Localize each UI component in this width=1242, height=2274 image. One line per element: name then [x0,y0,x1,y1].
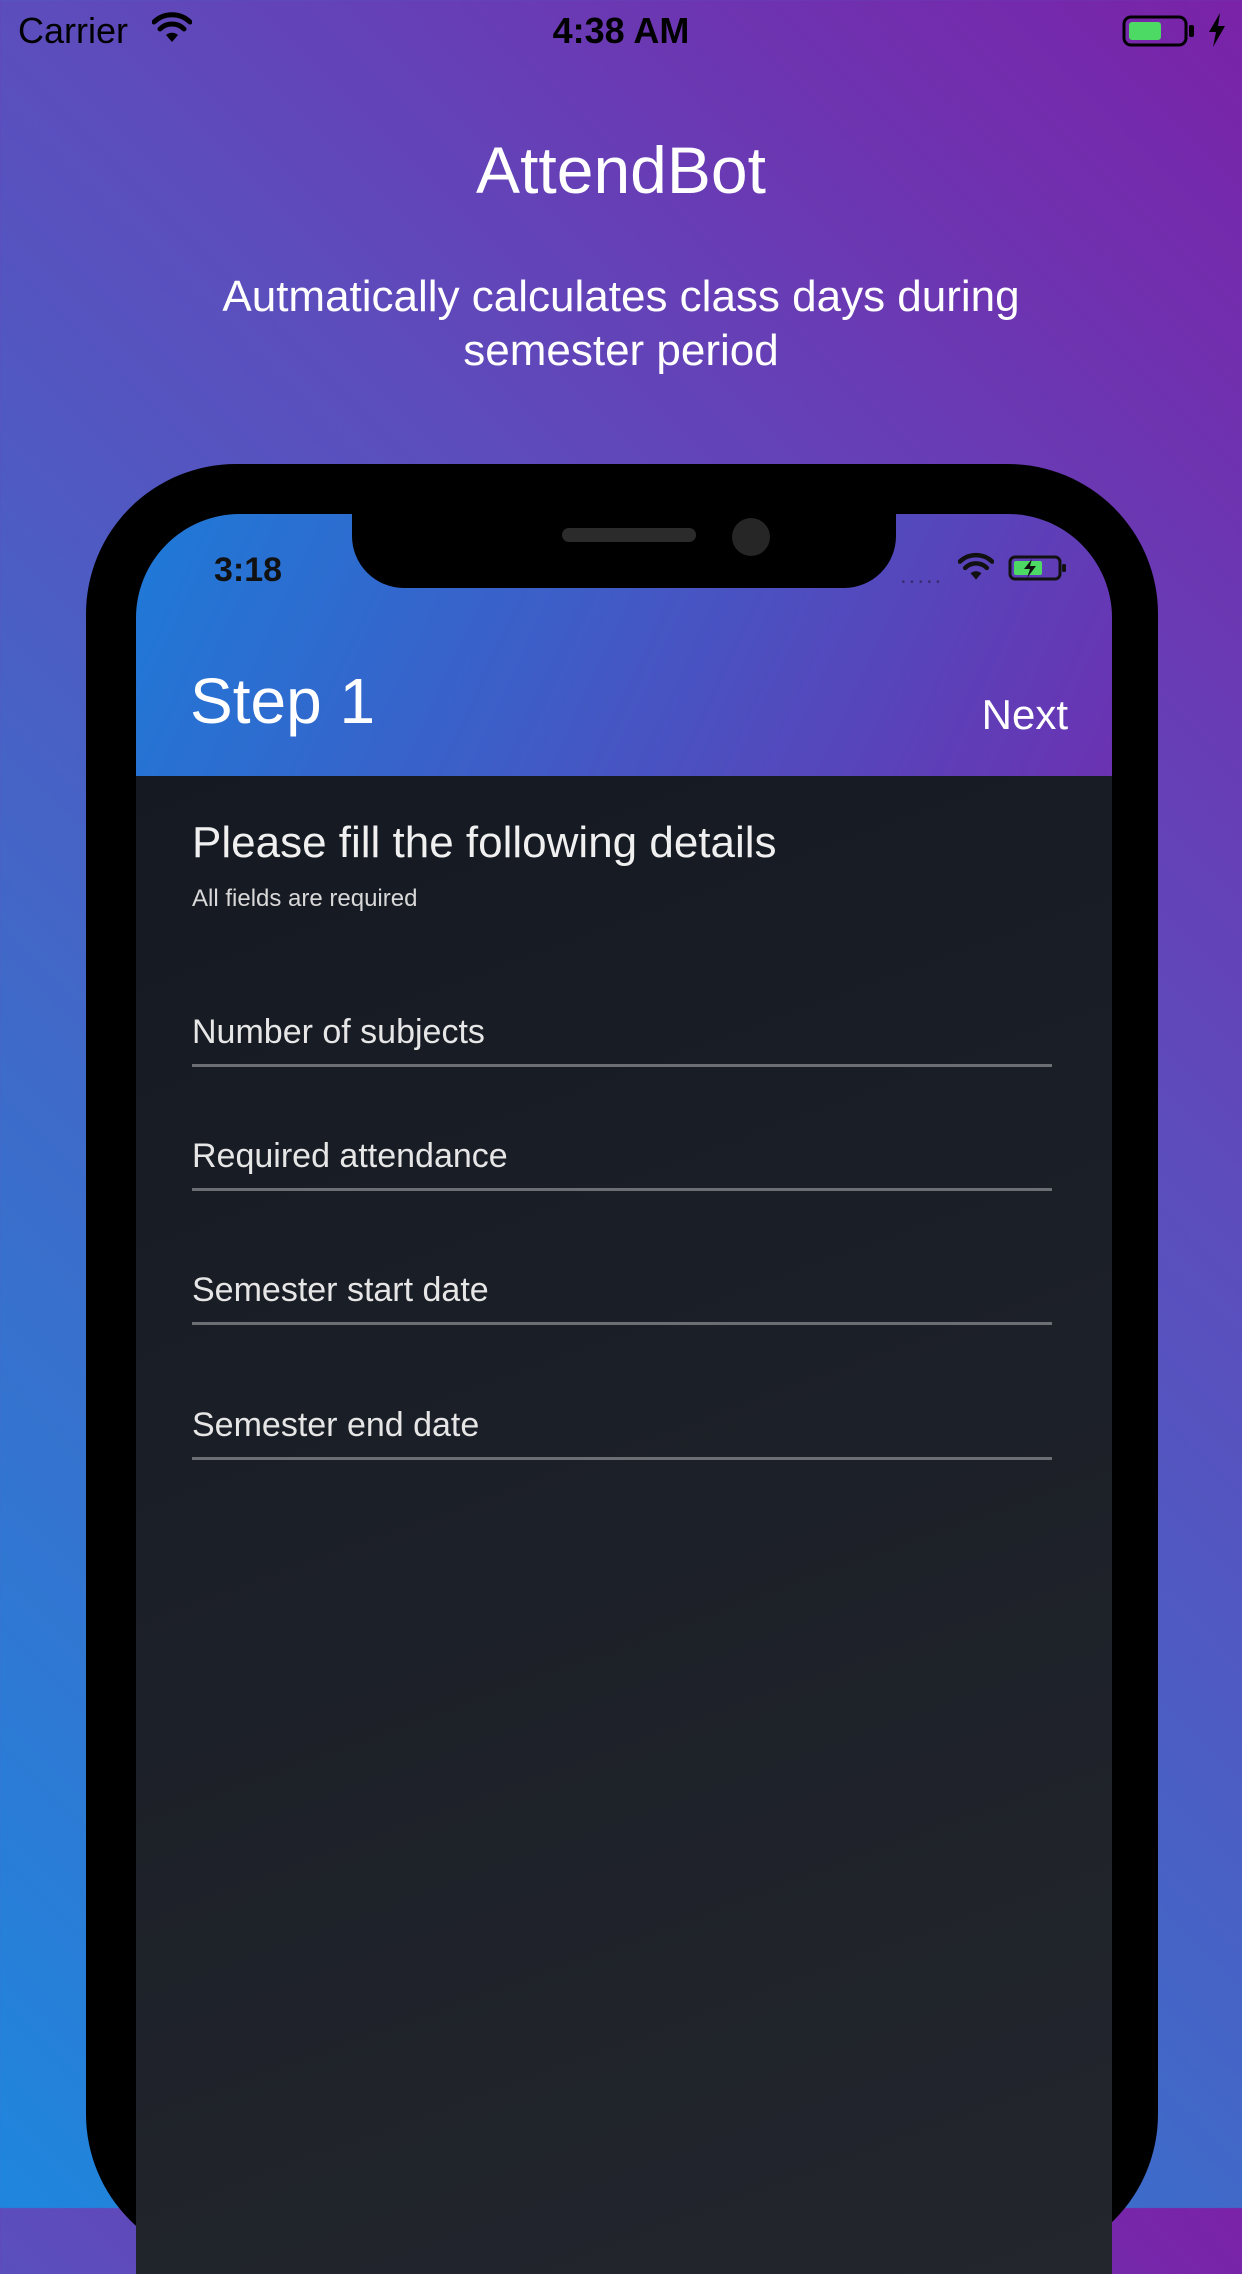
field-label: Semester start date [192,1271,489,1309]
semester-start-date-field[interactable]: Semester start date [192,1250,1052,1325]
front-camera [732,518,770,556]
device-status-time: 3:18 [214,551,283,589]
wifi-icon [958,552,994,580]
page-title: Step 1 [190,665,376,737]
app-tagline: Autmatically calculates class days durin… [222,272,1020,375]
phone-frame: 3:18 ..... Step 1 Next Please fill the f… [86,464,1158,2274]
field-label: Semester end date [192,1406,480,1444]
status-time: 4:38 AM [552,10,690,51]
required-attendance-field[interactable]: Required attendance [192,1116,1052,1191]
phone-screen: 3:18 ..... Step 1 Next Please fill the f… [136,514,1112,2274]
next-button[interactable]: Next [982,690,1068,740]
form-subheading: All fields are required [192,885,418,912]
number-of-subjects-field[interactable]: Number of subjects [192,992,1052,1067]
form-heading: Please fill the following details [192,818,777,867]
battery-icon [1122,15,1194,47]
charging-bolt-icon [1209,13,1225,47]
battery-charging-icon [1008,555,1066,581]
field-label: Number of subjects [192,1013,485,1051]
field-label: Required attendance [192,1137,508,1175]
outer-status-bar: Carrier 4:38 AM [0,0,1242,62]
phone-notch [352,514,896,588]
speaker-grille [562,528,696,542]
semester-end-date-field[interactable]: Semester end date [192,1385,1052,1460]
app-title: AttendBot [476,133,766,207]
signal-dots-icon: ..... [900,562,944,589]
